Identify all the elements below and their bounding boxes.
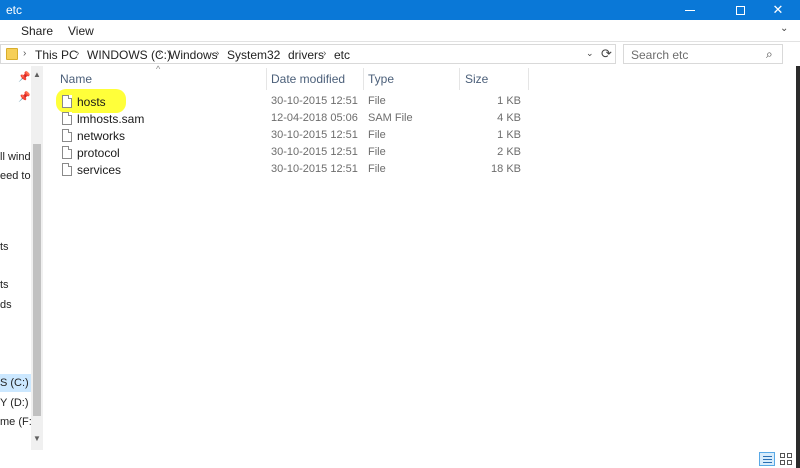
scroll-down-icon[interactable]: ▼ — [33, 434, 41, 443]
file-size: 1 KB — [497, 129, 521, 141]
nav-item[interactable]: ts — [0, 241, 9, 253]
column-header-type[interactable]: Type — [368, 72, 394, 86]
address-row: › This PC › WINDOWS (C:) › Windows › Sys… — [0, 42, 800, 66]
breadcrumb-etc[interactable]: etc — [334, 48, 350, 62]
minimize-icon — [685, 9, 695, 11]
close-icon: ✕ — [772, 2, 784, 17]
file-icon — [62, 112, 72, 125]
file-type: File — [368, 129, 386, 141]
column-header-size[interactable]: Size — [465, 72, 488, 86]
column-header-date[interactable]: Date modified — [271, 72, 345, 86]
pin-icon[interactable]: 📌 — [18, 72, 30, 83]
title-bar: etc ✕ — [0, 0, 800, 20]
file-type: File — [368, 146, 386, 158]
details-view-button[interactable] — [759, 452, 775, 466]
status-bar — [0, 450, 796, 468]
file-size: 4 KB — [497, 112, 521, 124]
folder-icon — [6, 48, 18, 60]
minimize-button[interactable] — [672, 0, 708, 20]
breadcrumb-separator: › — [23, 48, 27, 59]
address-bar[interactable]: › This PC › WINDOWS (C:) › Windows › Sys… — [0, 44, 616, 64]
pin-icon[interactable]: 📌 — [18, 92, 30, 103]
refresh-icon[interactable]: ⟳ — [601, 46, 612, 62]
file-size: 2 KB — [497, 146, 521, 158]
tab-share[interactable]: Share — [21, 24, 53, 38]
close-button[interactable]: ✕ — [760, 0, 796, 20]
breadcrumb-separator: › — [323, 48, 327, 59]
nav-scrollbar[interactable]: ▲ ▼ — [31, 66, 43, 450]
search-input[interactable]: Search etc ⌕ — [623, 44, 783, 64]
file-size: 1 KB — [497, 95, 521, 107]
breadcrumb-separator: › — [76, 48, 80, 59]
file-type: File — [368, 95, 386, 107]
maximize-button[interactable] — [722, 0, 758, 20]
chevron-down-icon[interactable]: ⌄ — [780, 23, 788, 34]
table-row[interactable]: lmhosts.sam 12-04-2018 05:06 SAM File 4 … — [56, 110, 526, 127]
file-date: 12-04-2018 05:06 — [271, 112, 358, 124]
breadcrumb-separator: › — [216, 48, 220, 59]
breadcrumb-drivers[interactable]: drivers — [288, 48, 324, 62]
nav-item-windows-c[interactable]: S (C:) — [0, 377, 29, 389]
file-date: 30-10-2015 12:51 — [271, 163, 358, 175]
window-edge — [796, 66, 800, 468]
file-icon — [62, 146, 72, 159]
breadcrumb-separator: › — [158, 48, 162, 59]
nav-item-drive-d[interactable]: Y (D:) — [0, 397, 29, 409]
column-divider[interactable] — [266, 68, 267, 90]
chevron-down-icon[interactable]: ⌄ — [586, 48, 594, 59]
file-icon — [62, 163, 72, 176]
file-icon — [62, 129, 72, 142]
file-date: 30-10-2015 12:51 — [271, 146, 358, 158]
search-icon: ⌕ — [766, 47, 773, 61]
file-list: ^ Name Date modified Type Size hosts 30-… — [44, 64, 800, 450]
sort-ascending-icon: ^ — [156, 64, 161, 74]
file-icon — [62, 95, 72, 108]
breadcrumb-separator: › — [277, 48, 281, 59]
nav-item[interactable]: ds — [0, 299, 12, 311]
table-row[interactable]: hosts 30-10-2015 12:51 File 1 KB — [56, 89, 526, 113]
file-type: File — [368, 163, 386, 175]
file-name: services — [77, 163, 122, 177]
breadcrumb-this-pc[interactable]: This PC — [35, 48, 78, 62]
breadcrumb-system32[interactable]: System32 — [227, 48, 280, 62]
column-divider[interactable] — [528, 68, 529, 90]
scroll-up-icon[interactable]: ▲ — [33, 70, 41, 79]
file-name: hosts — [77, 95, 106, 109]
file-size: 18 KB — [491, 163, 521, 175]
file-name: protocol — [77, 146, 120, 160]
tab-view[interactable]: View — [68, 24, 94, 38]
file-name: networks — [77, 129, 126, 143]
nav-item[interactable]: ts — [0, 279, 9, 291]
column-header-name[interactable]: Name — [60, 72, 92, 86]
search-placeholder: Search etc — [631, 48, 689, 62]
ribbon-tabs: Share View ⌄ — [0, 20, 800, 42]
table-row[interactable]: protocol 30-10-2015 12:51 File 2 KB — [56, 144, 526, 161]
file-type: SAM File — [368, 112, 413, 124]
column-divider[interactable] — [459, 68, 460, 90]
large-icons-view-button[interactable] — [778, 452, 794, 466]
file-name: lmhosts.sam — [77, 112, 145, 126]
breadcrumb-windows[interactable]: Windows — [169, 48, 218, 62]
nav-item[interactable]: ll wind — [0, 151, 31, 163]
table-row[interactable]: networks 30-10-2015 12:51 File 1 KB — [56, 127, 526, 144]
scrollbar-thumb[interactable] — [33, 144, 41, 416]
table-row[interactable]: services 30-10-2015 12:51 File 18 KB — [56, 161, 526, 178]
file-date: 30-10-2015 12:51 — [271, 95, 358, 107]
file-date: 30-10-2015 12:51 — [271, 129, 358, 141]
navigation-pane: 📌 📌 ll wind eed to b ts ts ds S (C:) Y (… — [0, 66, 44, 450]
window-title: etc — [6, 3, 23, 17]
column-divider[interactable] — [363, 68, 364, 90]
maximize-icon — [735, 5, 745, 15]
